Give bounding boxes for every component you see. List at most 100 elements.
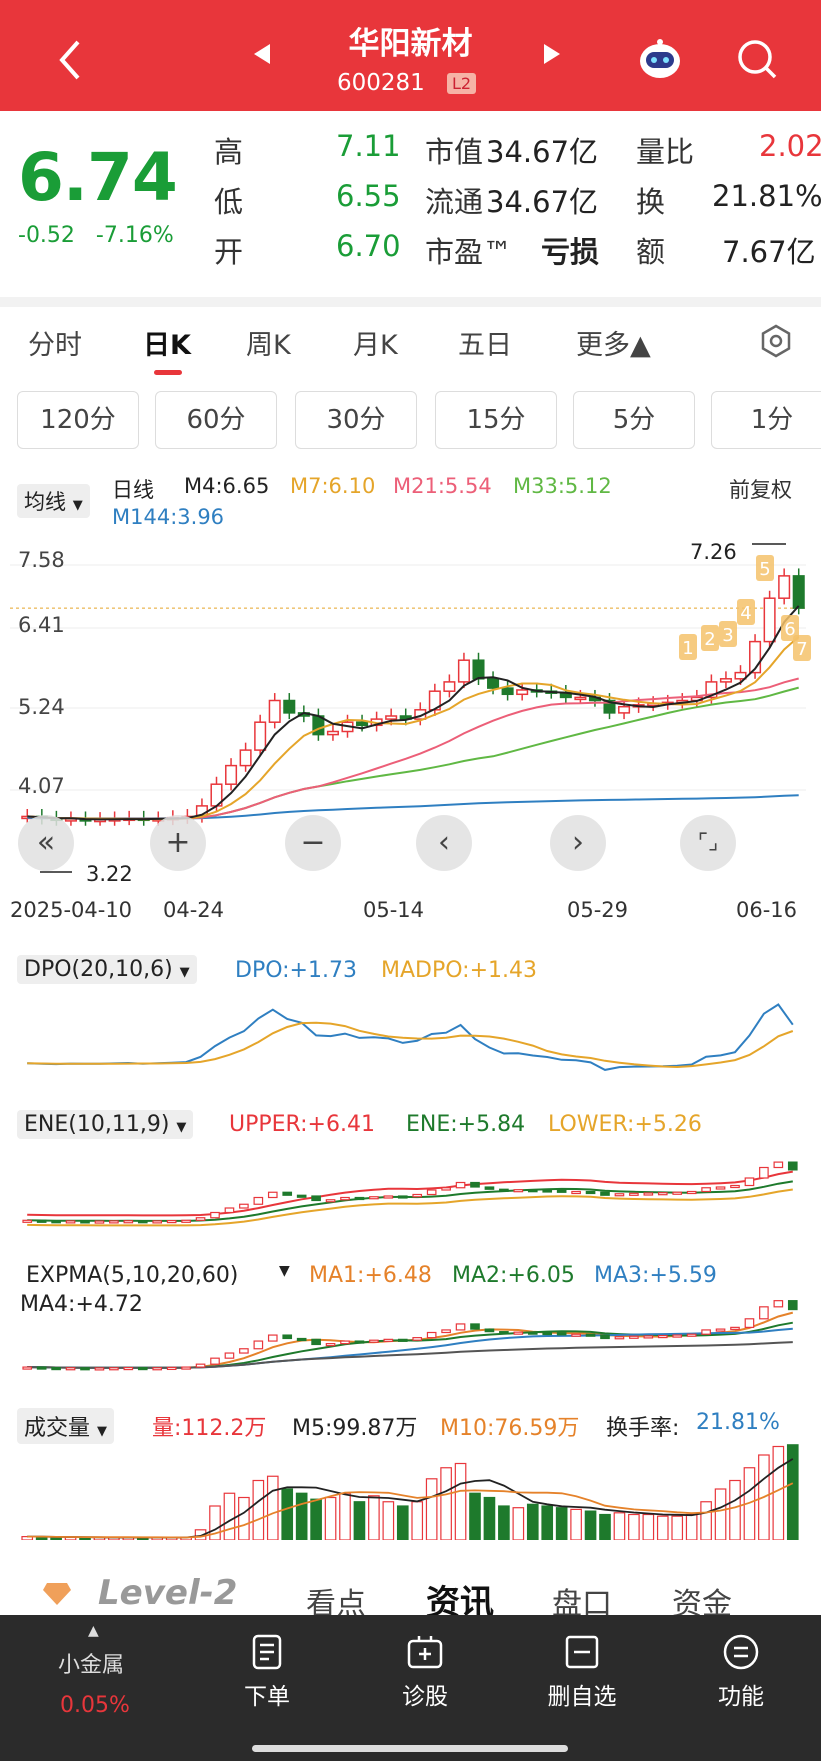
volume-bar — [685, 1513, 698, 1540]
candle-body — [487, 678, 500, 689]
mini-candle — [383, 1195, 394, 1199]
volume-bar — [526, 1503, 539, 1540]
tab-monthly-k[interactable]: 月K — [353, 323, 398, 362]
adjust-mode[interactable]: 前复权 — [729, 474, 792, 504]
turnover-rate-value: 21.81% — [696, 1410, 780, 1435]
interval-60m[interactable]: 60分 — [155, 391, 277, 449]
volume-bar — [310, 1498, 322, 1540]
ma-selector[interactable]: 均线 ▼ — [17, 484, 90, 518]
tab-level2[interactable]: Level-2 — [98, 1573, 237, 1613]
interval-1m[interactable]: 1分 — [711, 391, 821, 449]
volume-bar — [238, 1496, 250, 1540]
mini-candle — [137, 1366, 148, 1371]
mini-candle — [787, 1300, 798, 1311]
volume-bar — [425, 1478, 438, 1540]
mini-candle — [22, 1366, 33, 1370]
change-percent: -7.16% — [95, 223, 174, 248]
double-chevron-left-icon: « — [36, 825, 56, 860]
volume-bar — [483, 1496, 496, 1540]
scroll-right-button[interactable]: › — [550, 815, 606, 871]
dropdown-arrow-icon[interactable]: ▼ — [279, 1263, 290, 1279]
volume-bar — [396, 1505, 409, 1540]
interval-30m[interactable]: 30分 — [295, 391, 417, 449]
dropdown-arrow-icon: ▼ — [97, 1424, 108, 1439]
tab-daily-k[interactable]: 日K — [143, 323, 191, 362]
scroll-left-button[interactable]: ‹ — [416, 815, 472, 871]
open-label: 开 — [214, 235, 244, 269]
volume-bar — [50, 1536, 62, 1540]
mini-candle — [715, 1328, 726, 1332]
nav-functions[interactable]: 功能 — [686, 1633, 796, 1711]
legend-m4: M4:6.65 — [184, 474, 270, 498]
tab-more[interactable]: 更多▲ — [576, 323, 651, 362]
madpo-value: MADPO:+1.43 — [381, 958, 537, 983]
mini-candle — [600, 1334, 610, 1340]
ene-chart[interactable] — [10, 1140, 810, 1240]
zoom-out-left-button[interactable]: « — [18, 815, 74, 871]
mini-candle — [643, 1335, 654, 1339]
mini-candle — [239, 1203, 249, 1209]
candle-body — [225, 764, 238, 785]
next-stock-icon[interactable] — [542, 42, 562, 66]
mini-candle — [412, 1337, 423, 1341]
bottom-navbar: ▲ 小金属 0.05% 下单 诊股 删自选 功能 — [0, 1615, 821, 1761]
mini-candle — [224, 1207, 235, 1214]
mini-candle — [166, 1366, 177, 1371]
fullscreen-button[interactable]: ⌜⌟ — [680, 815, 736, 871]
mini-candle — [267, 1334, 278, 1342]
mini-candle — [397, 1195, 408, 1199]
mini-candle — [325, 1343, 336, 1347]
ene-indicator-selector[interactable]: ENE(10,11,9) ▼ — [17, 1110, 194, 1139]
pe-value: 亏损 — [541, 235, 600, 269]
volume-bar — [469, 1492, 481, 1540]
tab-intraday[interactable]: 分时 — [28, 323, 82, 362]
zoom-in-button[interactable]: + — [150, 815, 206, 871]
search-icon[interactable] — [735, 37, 779, 81]
nav-remove-watchlist[interactable]: 删自选 — [527, 1633, 637, 1711]
price-change: -0.52 -7.16% — [18, 223, 174, 248]
legend-m7: M7:6.10 — [290, 474, 376, 498]
remove-square-icon — [565, 1635, 599, 1669]
mini-candle — [166, 1219, 177, 1224]
candle-body — [268, 699, 281, 723]
candle-body — [356, 721, 369, 727]
interval-15m[interactable]: 15分 — [435, 391, 557, 449]
mini-candle — [484, 1328, 495, 1333]
nav-diagnose[interactable]: 诊股 — [370, 1633, 480, 1711]
mini-candle — [369, 1339, 379, 1343]
mini-candle — [470, 1323, 480, 1330]
mini-candle — [94, 1367, 105, 1371]
volume-indicator-selector[interactable]: 成交量 ▼ — [17, 1408, 115, 1444]
dpo-chart[interactable] — [10, 990, 810, 1085]
date-label: 05-29 — [567, 898, 629, 922]
mini-candle — [542, 1331, 553, 1336]
dropdown-arrow-icon: ▼ — [179, 965, 190, 980]
ene-name: ENE(10,11,9) — [24, 1112, 170, 1137]
mini-candle — [773, 1300, 784, 1308]
sector-name[interactable]: 小金属 — [58, 1647, 124, 1679]
dpo-indicator-selector[interactable]: DPO(20,10,6) ▼ — [17, 955, 197, 984]
mini-candle — [195, 1363, 206, 1368]
nav-order[interactable]: 下单 — [212, 1633, 322, 1711]
interval-120m[interactable]: 120分 — [17, 391, 139, 449]
home-indicator — [252, 1745, 568, 1752]
zoom-out-button[interactable]: − — [285, 815, 341, 871]
volume-chart[interactable] — [10, 1440, 810, 1540]
mini-candle — [253, 1340, 264, 1350]
mini-candle — [715, 1186, 726, 1190]
expma-chart[interactable] — [10, 1280, 810, 1385]
mini-candle — [181, 1219, 191, 1223]
low-label: 低 — [214, 185, 244, 219]
robot-assistant-icon[interactable] — [637, 37, 683, 81]
tab-weekly-k[interactable]: 周K — [246, 323, 291, 362]
mini-candle — [686, 1333, 697, 1337]
app-header: 华阳新材 600281 L2 — [0, 0, 821, 111]
mini-candle — [556, 1332, 567, 1336]
mini-candle — [210, 1357, 220, 1365]
settings-gear-icon[interactable] — [758, 323, 794, 359]
interval-5m[interactable]: 5分 — [573, 391, 695, 449]
mini-candle — [311, 1338, 321, 1346]
pe-label: 市盈™ — [425, 235, 513, 269]
tab-five-day[interactable]: 五日 — [458, 323, 512, 362]
chart-period-tabs: 分时 日K 周K 月K 五日 更多▲ — [0, 307, 821, 379]
